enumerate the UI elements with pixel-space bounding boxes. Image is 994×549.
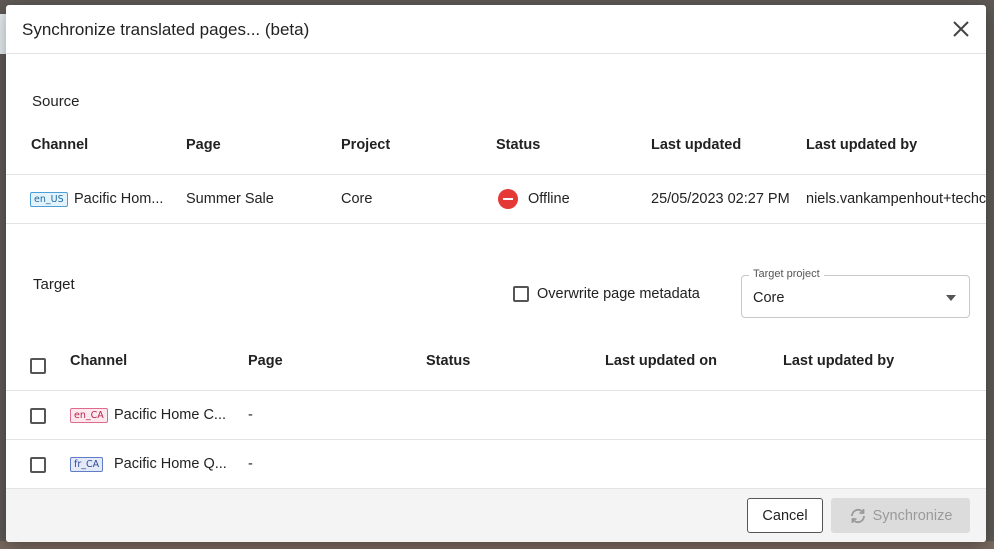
target-table-row: en_CA Pacific Home C... -: [6, 391, 986, 440]
source-table-header: Channel Page Project Status Last updated…: [6, 125, 986, 175]
col-page: Page: [248, 353, 283, 369]
source-status: Offline: [528, 191, 570, 207]
channel-badge: fr_CA: [70, 457, 104, 472]
row-checkbox[interactable]: [30, 457, 46, 473]
col-channel: Channel: [70, 353, 128, 369]
synchronize-label: Synchronize: [872, 507, 953, 524]
close-icon: [953, 21, 969, 37]
col-last-updated-on: Last updated on: [605, 353, 717, 369]
col-last-updated-by: Last updated by: [806, 137, 918, 153]
source-last-updated-by: niels.vankampenhout+techco: [806, 191, 986, 207]
synchronize-dialog: Synchronize translated pages... (beta) S…: [6, 5, 986, 542]
cancel-button[interactable]: Cancel: [747, 498, 823, 533]
select-all-checkbox[interactable]: [30, 358, 46, 374]
target-page: -: [248, 407, 253, 423]
source-section-label: Source: [32, 93, 80, 110]
channel-badge: en_CA: [70, 408, 108, 423]
col-last-updated-by: Last updated by: [783, 353, 895, 369]
target-page: -: [248, 456, 253, 472]
source-last-updated: 25/05/2023 02:27 PM: [651, 191, 790, 207]
dialog-title: Synchronize translated pages... (beta): [22, 20, 310, 39]
target-table-row: fr_CA Pacific Home Q... -: [6, 440, 986, 489]
target-table-header: Channel Page Status Last updated on Last…: [6, 341, 986, 391]
synchronize-button[interactable]: Synchronize: [831, 498, 970, 533]
background-image-strip: [0, 541, 994, 549]
source-project: Core: [341, 191, 373, 207]
target-project-select[interactable]: Target project Core: [741, 268, 970, 318]
overwrite-metadata-label: Overwrite page metadata: [537, 286, 700, 302]
col-status: Status: [496, 137, 541, 153]
dialog-footer: Cancel Synchronize: [6, 488, 986, 542]
target-channel: Pacific Home Q...: [114, 456, 227, 472]
source-page: Summer Sale: [186, 191, 274, 207]
row-checkbox[interactable]: [30, 408, 46, 424]
dialog-header: Synchronize translated pages... (beta): [6, 5, 986, 54]
col-channel: Channel: [31, 137, 89, 153]
col-page: Page: [186, 137, 221, 153]
sync-icon: [850, 508, 865, 523]
target-project-value: Core: [753, 290, 785, 306]
target-project-legend: Target project: [749, 268, 824, 280]
source-channel: Pacific Hom...: [74, 191, 164, 207]
target-section-label: Target: [33, 276, 75, 293]
overwrite-metadata-checkbox[interactable]: [513, 286, 529, 302]
target-channel: Pacific Home C...: [114, 407, 226, 423]
col-status: Status: [426, 353, 471, 369]
caret-down-icon: [946, 295, 956, 301]
source-table-row: en_US Pacific Hom... Summer Sale Core Of…: [6, 175, 986, 224]
col-last-updated: Last updated: [651, 137, 742, 153]
col-project: Project: [341, 137, 391, 153]
channel-badge: en_US: [30, 192, 68, 207]
close-button[interactable]: [950, 18, 972, 40]
offline-status-icon: [498, 189, 518, 209]
